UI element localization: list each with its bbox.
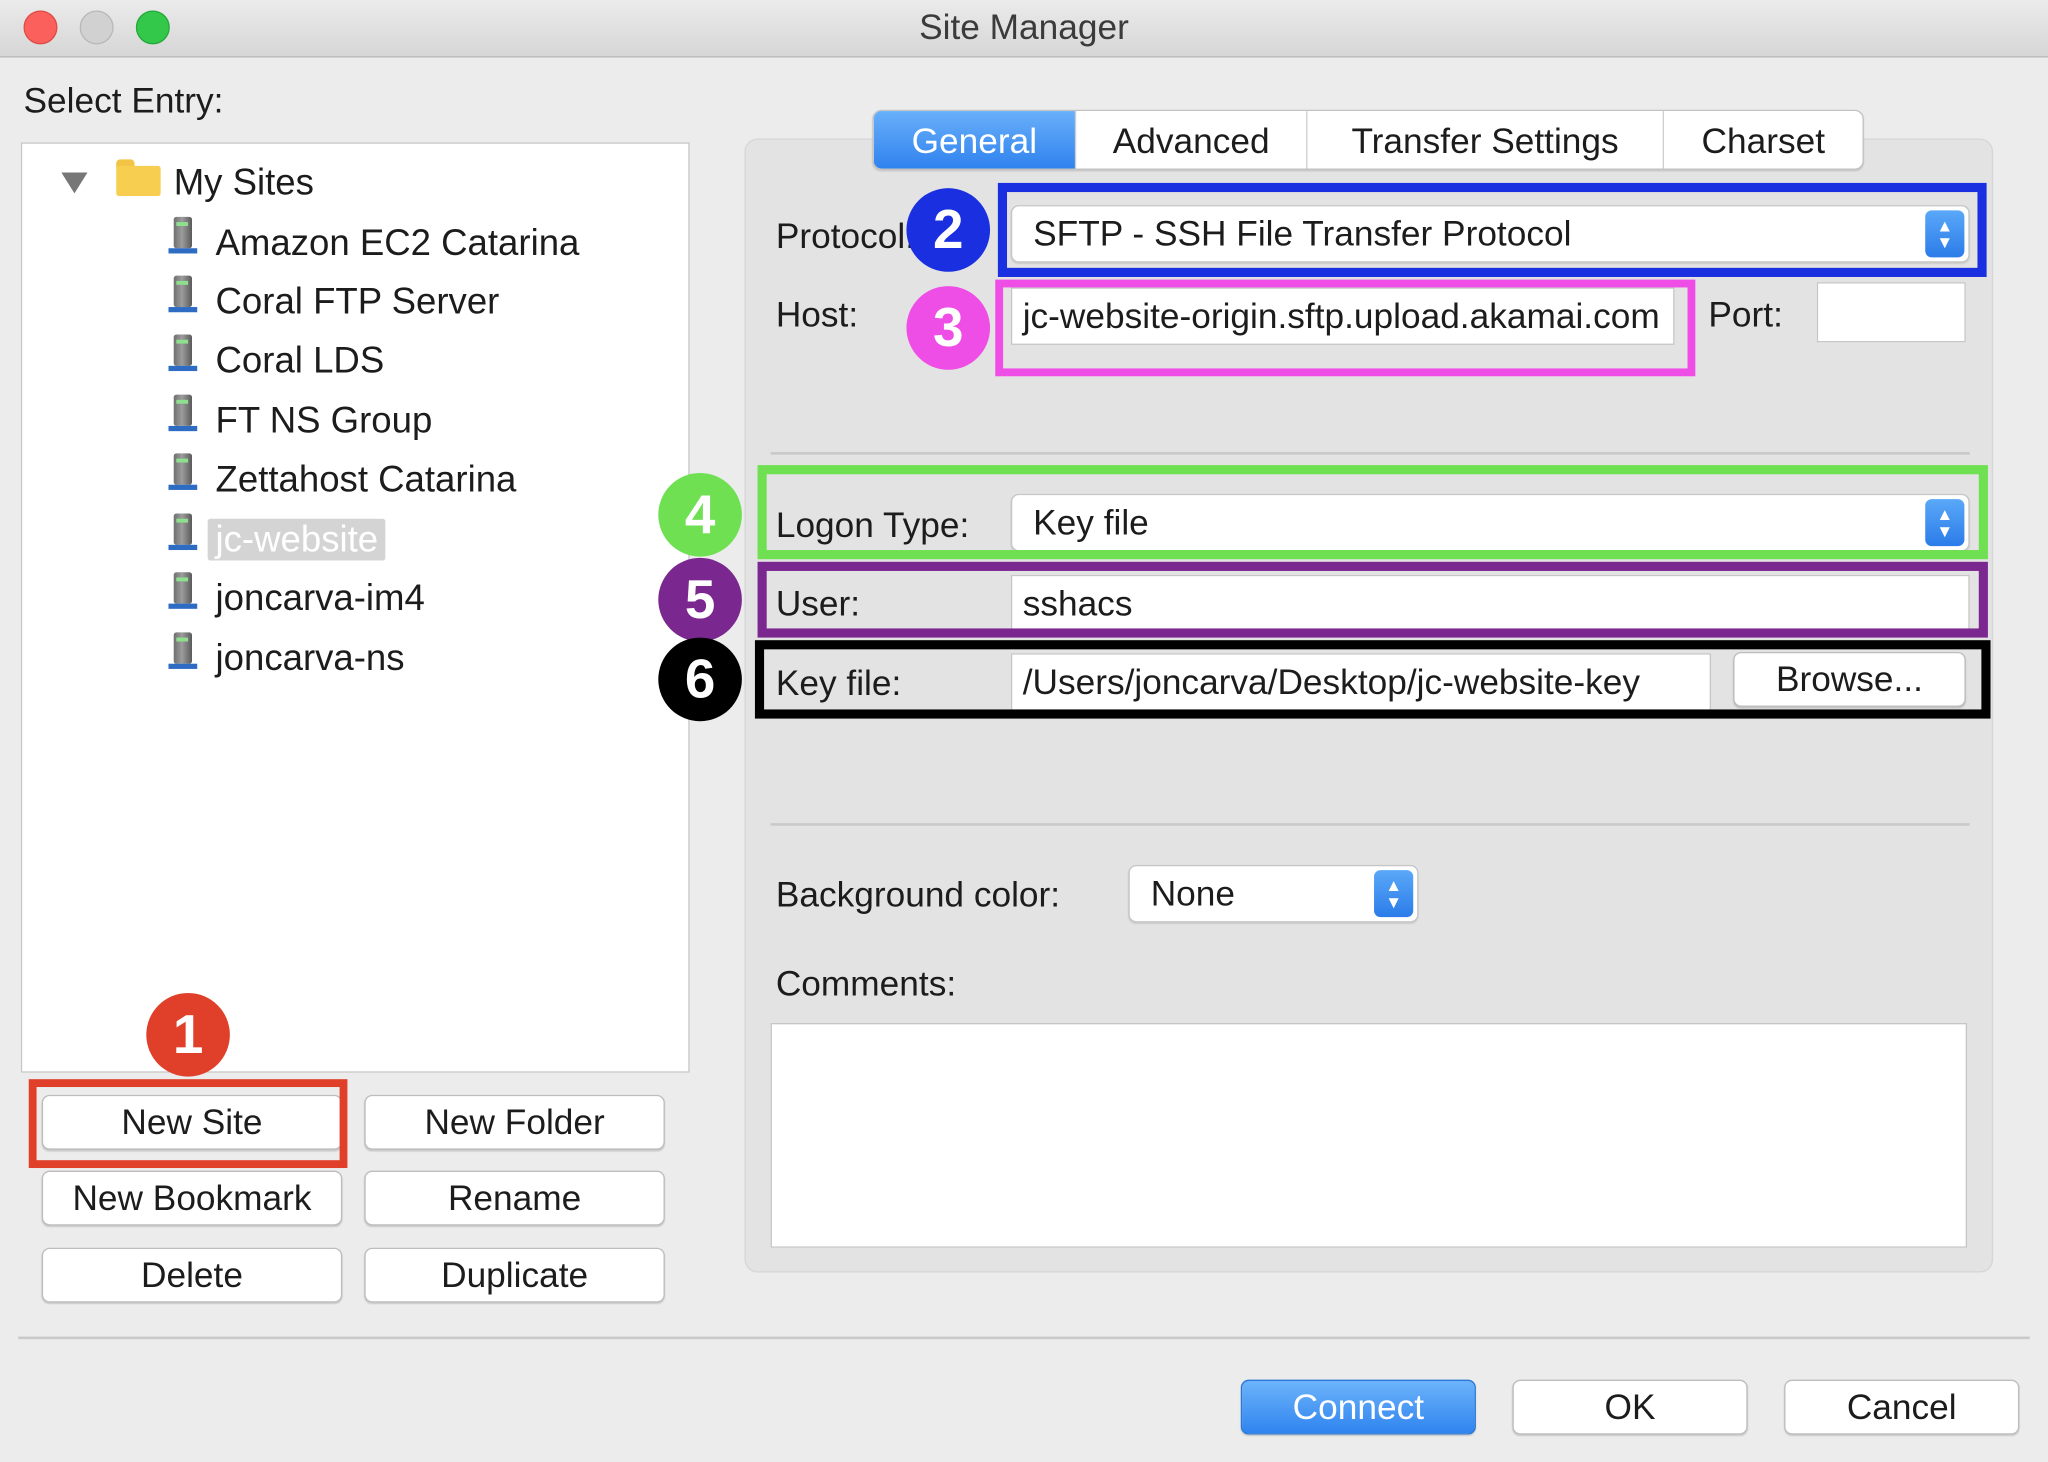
host-label: Host:: [775, 295, 859, 335]
window-title: Site Manager: [919, 7, 1129, 48]
background-color-label: Background color:: [775, 875, 1061, 915]
tree-item[interactable]: Coral LDS: [216, 334, 385, 386]
cancel-button[interactable]: Cancel: [1784, 1379, 2020, 1435]
tree-root-my-sites[interactable]: My Sites: [174, 157, 314, 209]
tab-general[interactable]: General: [873, 111, 1077, 169]
tree-item[interactable]: Coral FTP Server: [216, 276, 500, 328]
tree-root-label: My Sites: [173, 162, 314, 203]
tree-item-label: Coral FTP Server: [215, 280, 500, 322]
tree-item[interactable]: FT NS Group: [216, 395, 433, 447]
protocol-label: Protocol:: [775, 216, 912, 257]
background-color-select[interactable]: None ▲ ▼: [1128, 864, 1419, 923]
tab-bar: General Advanced Transfer Settings Chars…: [872, 109, 1864, 170]
tree-item[interactable]: joncarva-ns: [216, 632, 405, 684]
tree-item-label: Amazon EC2 Catarina: [215, 222, 580, 263]
tree-item[interactable]: Amazon EC2 Catarina: [216, 217, 580, 269]
background-color-value: None: [1150, 873, 1235, 913]
tree-item-label: jc-website: [207, 518, 386, 561]
disclosure-triangle-icon[interactable]: [61, 172, 88, 194]
tree-item[interactable]: joncarva-im4: [216, 572, 425, 624]
port-label: Port:: [1708, 295, 1783, 335]
tree-item-label: joncarva-ns: [215, 637, 405, 679]
comments-textarea[interactable]: [770, 1023, 1968, 1248]
new-bookmark-button[interactable]: New Bookmark: [41, 1170, 343, 1226]
server-icon: [168, 334, 198, 372]
tree-item-label: Zettahost Catarina: [215, 458, 517, 500]
annotation-badge-3: 3: [906, 286, 991, 370]
server-icon: [168, 632, 198, 669]
tree-item[interactable]: Zettahost Catarina: [216, 453, 517, 505]
tab-advanced[interactable]: Advanced: [1076, 111, 1308, 169]
tree-item-selected[interactable]: jc-website: [207, 513, 386, 565]
annotation-box-3: [995, 279, 1696, 377]
new-folder-button[interactable]: New Folder: [364, 1094, 665, 1150]
server-icon: [168, 275, 198, 313]
server-icon: [168, 216, 198, 254]
rename-button[interactable]: Rename: [364, 1170, 665, 1226]
separator: [770, 823, 1970, 826]
tree-item-label: FT NS Group: [215, 399, 433, 441]
tab-charset[interactable]: Charset: [1664, 111, 1863, 168]
annotation-badge-1: 1: [146, 992, 230, 1077]
ok-button[interactable]: OK: [1512, 1379, 1748, 1435]
delete-button[interactable]: Delete: [41, 1247, 343, 1303]
site-tree[interactable]: My Sites Amazon EC2 Catarina Coral FTP S…: [20, 142, 690, 1073]
server-icon: [168, 513, 198, 551]
port-input[interactable]: [1816, 282, 1966, 343]
folder-icon: [116, 159, 161, 196]
stepper-icon: ▲ ▼: [1374, 870, 1414, 918]
tree-item-label: Coral LDS: [215, 339, 385, 381]
annotation-box-5: [757, 561, 1988, 638]
separator: [770, 452, 1970, 455]
annotation-box-1: [28, 1079, 348, 1169]
annotation-badge-5: 5: [658, 557, 742, 642]
annotation-box-4: [757, 465, 1988, 560]
select-entry-label: Select Entry:: [23, 81, 224, 121]
server-icon: [168, 453, 198, 490]
tree-item-label: joncarva-im4: [215, 577, 425, 618]
footer-separator: [18, 1336, 2030, 1340]
tab-transfer-settings[interactable]: Transfer Settings: [1307, 111, 1664, 169]
server-icon: [168, 572, 198, 609]
annotation-box-6: [754, 640, 1991, 719]
annotation-badge-4: 4: [658, 472, 742, 557]
annotation-badge-2: 2: [906, 188, 991, 272]
duplicate-button[interactable]: Duplicate: [364, 1247, 665, 1303]
connect-button[interactable]: Connect: [1240, 1379, 1476, 1435]
annotation-badge-6: 6: [658, 637, 742, 722]
server-icon: [168, 394, 198, 432]
annotation-box-2: [997, 182, 1987, 277]
comments-label: Comments:: [775, 964, 957, 1004]
